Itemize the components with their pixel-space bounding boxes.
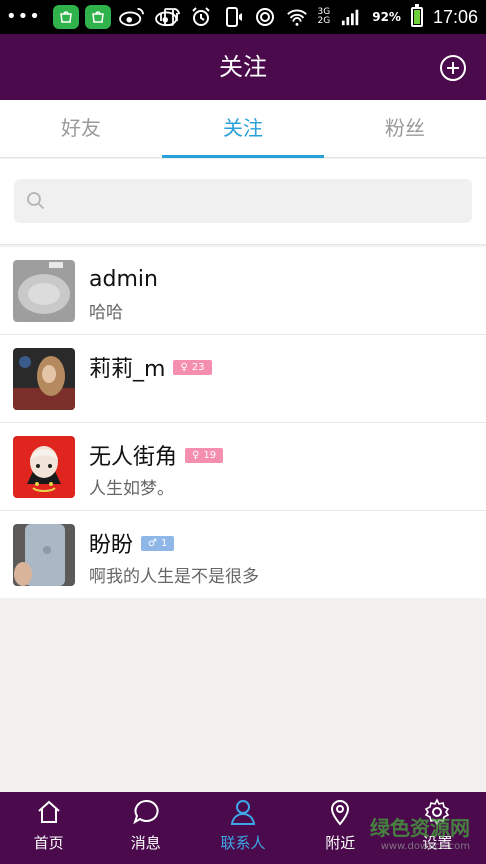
add-contact-button[interactable] xyxy=(440,55,466,81)
status-bar-system: 3G 2G 92% 17:06 xyxy=(158,4,478,30)
clock: 17:06 xyxy=(432,6,478,27)
status-bar: ••• 3G 2G 92% 17:06 xyxy=(0,0,486,34)
search-box[interactable] xyxy=(14,179,472,223)
age-label: 1 xyxy=(160,537,168,549)
nav-nearby-label: 附近 xyxy=(325,834,356,852)
list-item[interactable]: 盼盼 ♂ 1 啊我的人生是不是很多 xyxy=(0,511,486,598)
gender-age-badge: ♀ 19 xyxy=(185,447,224,463)
avatar xyxy=(13,524,75,586)
nav-home[interactable]: 首页 xyxy=(0,792,97,864)
contact-signature: 人生如梦。 xyxy=(89,479,174,499)
page-title: 关注 xyxy=(219,53,267,81)
contacts-icon xyxy=(230,800,256,825)
watermark-url: www.downcc.com xyxy=(380,841,470,852)
search-icon xyxy=(27,192,45,210)
watermark-text: 绿色资源网 xyxy=(370,816,470,840)
list-item[interactable]: 莉莉_m ♀ 23 xyxy=(0,335,486,423)
contact-list: admin 哈哈 莉莉_m ♀ 23 无人街角 ♀ 19 人生如梦。 盼盼 ♂ … xyxy=(0,247,486,598)
network-type: 3G 2G xyxy=(318,8,331,26)
nav-contacts[interactable]: 联系人 xyxy=(194,792,291,864)
contact-signature: 啊我的人生是不是很多 xyxy=(89,567,259,587)
female-icon: ♀ xyxy=(180,361,188,373)
avatar xyxy=(13,348,75,410)
network-2g-label: 2G xyxy=(317,16,331,26)
message-icon xyxy=(132,799,159,825)
avatar xyxy=(13,436,75,498)
nav-home-label: 首页 xyxy=(33,834,64,852)
tab-friends[interactable]: 好友 xyxy=(0,100,162,157)
battery-percent: 92% xyxy=(372,10,401,24)
search-input[interactable] xyxy=(56,185,462,217)
status-bar-notifications: ••• xyxy=(6,4,183,30)
male-icon: ♂ xyxy=(148,537,157,549)
list-item[interactable]: 无人街角 ♀ 19 人生如梦。 xyxy=(0,423,486,511)
female-icon: ♀ xyxy=(192,449,200,461)
alarm-icon xyxy=(190,6,212,28)
gender-age-badge: ♀ 23 xyxy=(173,359,212,375)
name-line: 盼盼 ♂ 1 xyxy=(89,528,175,558)
battery-icon xyxy=(410,4,423,27)
contact-name: 莉莉_m xyxy=(89,357,166,382)
shopping-app-icon xyxy=(52,5,79,29)
weibo-icon xyxy=(117,5,147,29)
name-line: 莉莉_m ♀ 23 xyxy=(89,352,212,382)
age-label: 19 xyxy=(203,449,217,461)
title-bar: 关注 xyxy=(0,34,486,100)
tab-bar: 好友 关注 粉丝 xyxy=(0,100,486,158)
tab-following[interactable]: 关注 xyxy=(162,100,324,158)
contact-name: admin xyxy=(89,266,158,292)
contact-name: 盼盼 xyxy=(89,533,134,558)
tab-fans[interactable]: 粉丝 xyxy=(324,100,486,157)
watermark: 绿色资源网 www.downcc.com xyxy=(370,812,470,852)
nav-contacts-label: 联系人 xyxy=(220,834,266,852)
name-line: 无人街角 ♀ 19 xyxy=(89,440,224,470)
contact-name: 无人街角 xyxy=(89,445,178,470)
vibrate-icon xyxy=(158,6,180,28)
home-icon xyxy=(37,800,60,823)
nav-messages[interactable]: 消息 xyxy=(97,792,194,864)
avatar xyxy=(13,260,75,322)
search-area xyxy=(0,159,486,245)
signal-icon xyxy=(340,6,362,28)
shopping-app-icon-2 xyxy=(84,5,111,29)
gender-age-badge: ♂ 1 xyxy=(141,535,175,551)
name-line: admin xyxy=(89,264,158,294)
age-label: 23 xyxy=(191,361,205,373)
phone-sound-icon xyxy=(222,6,244,28)
nav-messages-label: 消息 xyxy=(130,834,161,852)
more-notifications-icon: ••• xyxy=(6,6,41,27)
wifi-icon xyxy=(286,6,308,28)
list-item[interactable]: admin 哈哈 xyxy=(0,247,486,335)
location-icon xyxy=(331,800,350,826)
data-saver-icon xyxy=(254,6,276,28)
contact-signature: 哈哈 xyxy=(89,303,123,323)
